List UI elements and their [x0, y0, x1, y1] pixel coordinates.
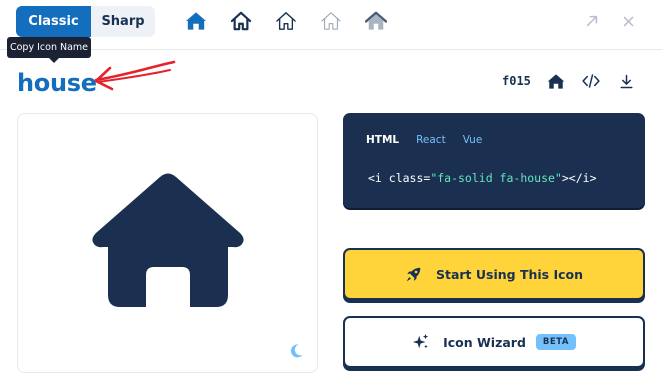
house-thin-icon[interactable] [319, 10, 343, 32]
rocket-icon [405, 265, 423, 283]
code-suffix: ></i> [561, 171, 597, 185]
code-class-value: "fa-solid fa-house" [430, 171, 562, 185]
unicode-value[interactable]: f015 [502, 74, 531, 88]
icon-preview-panel [17, 113, 318, 373]
tab-vue[interactable]: Vue [463, 134, 483, 146]
code-icon[interactable] [582, 72, 600, 90]
family-sharp-button[interactable]: Sharp [91, 6, 155, 37]
house-light-icon[interactable] [274, 10, 298, 32]
code-snippet[interactable]: <i class="fa-solid fa-house"></i> [368, 171, 597, 185]
window-controls [584, 13, 636, 29]
start-using-icon-button[interactable]: Start Using This Icon [343, 248, 645, 300]
icon-wizard-button[interactable]: Icon Wizard BETA [343, 316, 645, 368]
family-classic-button[interactable]: Classic [16, 6, 91, 37]
house-duotone-icon[interactable] [364, 10, 388, 32]
copy-name-tooltip: Copy Icon Name [7, 37, 91, 63]
close-icon[interactable] [620, 13, 636, 29]
icon-wizard-label: Icon Wizard [443, 334, 526, 350]
icon-actions [547, 72, 635, 90]
code-prefix: <i class= [368, 171, 431, 185]
start-using-label: Start Using This Icon [435, 266, 584, 282]
moon-icon[interactable] [288, 343, 304, 359]
icon-name-title[interactable]: house [17, 67, 97, 99]
code-tabs: HTML React Vue [366, 134, 482, 146]
top-bar: Classic Sharp [0, 0, 662, 50]
family-switcher: Classic Sharp [16, 6, 155, 37]
house-glyph-icon[interactable] [547, 72, 565, 90]
expand-icon[interactable] [584, 13, 600, 29]
annotation-arrow-icon [94, 60, 176, 91]
house-regular-icon[interactable] [229, 10, 253, 32]
sparkles-icon [412, 333, 430, 351]
download-icon[interactable] [617, 72, 635, 90]
house-solid-icon[interactable] [184, 10, 208, 32]
code-snippet-panel: HTML React Vue <i class="fa-solid fa-hou… [343, 113, 645, 208]
style-selector [184, 10, 409, 32]
tab-html[interactable]: HTML [366, 134, 399, 146]
house-preview-icon [92, 173, 244, 307]
tab-react[interactable]: React [416, 134, 446, 146]
beta-badge: BETA [535, 334, 576, 350]
